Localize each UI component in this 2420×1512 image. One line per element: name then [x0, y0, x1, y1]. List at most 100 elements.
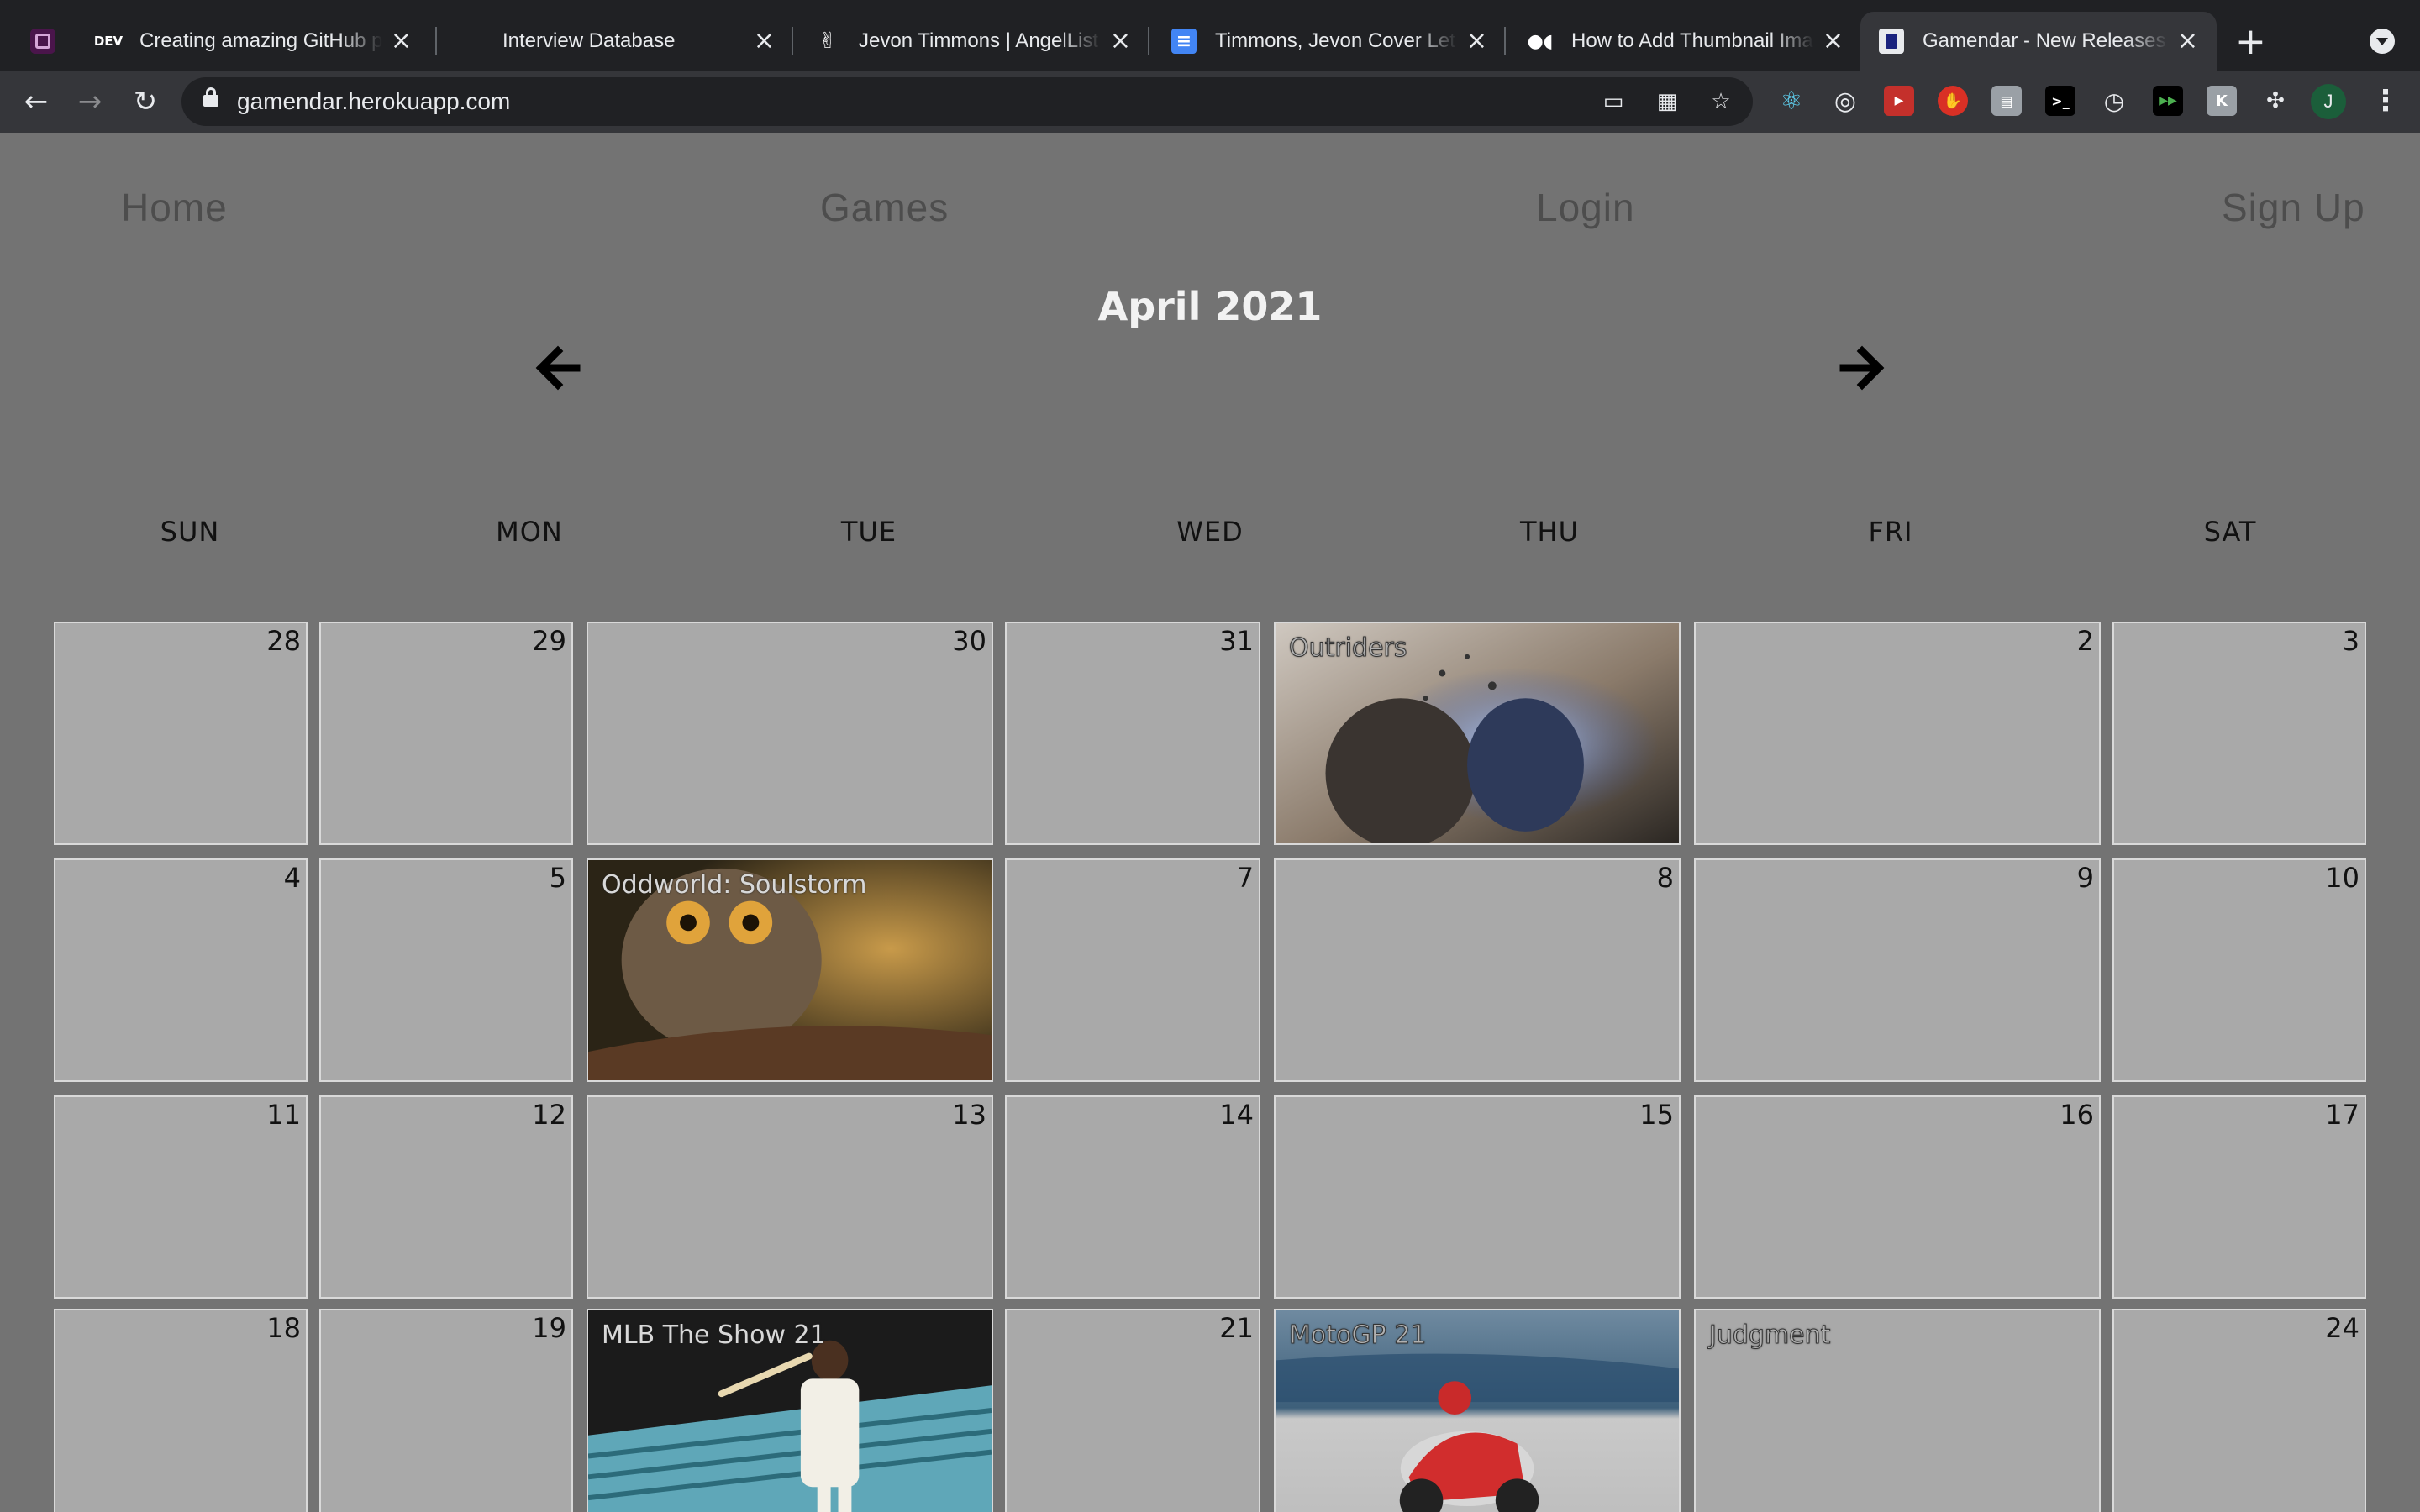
next-month-arrow-icon[interactable] — [1825, 334, 1892, 402]
tab-search-icon[interactable] — [2370, 29, 2395, 54]
day-number: 9 — [2076, 862, 2094, 894]
close-icon[interactable]: × — [1110, 29, 1131, 54]
weekday-thu: THU — [1519, 516, 1580, 548]
game-title: MotoGP 21 — [1288, 1320, 1427, 1351]
tab-3[interactable]: ✌ Jevon Timmons | AngelList × — [797, 12, 1150, 71]
lock-icon[interactable] — [203, 87, 218, 107]
reload-icon[interactable]: ↻ — [124, 81, 166, 123]
day-cell[interactable]: 31 — [1005, 622, 1260, 845]
day-cell[interactable]: 8 — [1274, 858, 1681, 1082]
target-extension-icon[interactable]: ◎ — [1830, 86, 1860, 116]
day-cell[interactable]: 18 — [54, 1309, 308, 1512]
terminal-icon[interactable]: >_ — [2045, 86, 2075, 116]
day-number: 19 — [532, 1312, 566, 1344]
day-cell[interactable]: 12 — [319, 1095, 573, 1299]
close-icon[interactable]: × — [391, 29, 412, 54]
nav-home-link[interactable]: Home — [121, 185, 228, 230]
chrome-menu-icon[interactable]: ⋮ — [2371, 84, 2400, 118]
day-cell[interactable]: 15 — [1274, 1095, 1681, 1299]
media-extension-icon[interactable]: ▶▶ — [2153, 86, 2183, 116]
close-icon[interactable]: × — [1823, 29, 1844, 54]
tab-title: Interview Database — [502, 29, 676, 52]
game-release-cell[interactable]: Outriders — [1274, 622, 1681, 845]
day-cell[interactable]: 16 — [1694, 1095, 2101, 1299]
game-release-cell[interactable]: MLB The Show 21 — [587, 1309, 993, 1512]
browser-tab-strip: DEV Creating amazing GitHub p × Intervie… — [0, 0, 2420, 71]
close-icon[interactable]: × — [1466, 29, 1487, 54]
nav-login-link[interactable]: Login — [1536, 185, 1635, 230]
weekday-mon: MON — [496, 516, 563, 548]
day-cell[interactable]: 3 — [2112, 622, 2366, 845]
new-tab-button[interactable]: + — [2235, 20, 2266, 64]
close-icon[interactable]: × — [754, 29, 775, 54]
game-title: MLB The Show 21 — [602, 1320, 826, 1350]
k-extension-icon[interactable]: K — [2207, 86, 2237, 116]
game-release-cell[interactable]: Judgment — [1694, 1309, 2101, 1512]
close-icon[interactable]: × — [2177, 29, 2198, 54]
qr-code-icon[interactable]: ▦ — [1654, 89, 1681, 114]
weekday-wed: WED — [1176, 516, 1244, 548]
tab-title: Timmons, Jevon Cover Let — [1215, 29, 1455, 52]
previous-month-arrow-icon[interactable] — [528, 334, 595, 402]
docs-icon: ≡ — [1171, 29, 1197, 54]
forward-icon[interactable]: → — [69, 81, 111, 123]
day-cell[interactable]: 19 — [319, 1309, 573, 1512]
day-number: 10 — [2325, 862, 2360, 894]
adblock-icon[interactable]: ✋ — [1938, 86, 1968, 116]
clock-icon[interactable]: ◷ — [2099, 86, 2129, 116]
day-cell[interactable]: 14 — [1005, 1095, 1260, 1299]
day-cell[interactable]: 11 — [54, 1095, 308, 1299]
cast-icon[interactable]: ▭ — [1600, 89, 1627, 114]
game-release-cell[interactable]: Oddworld: Soulstorm — [587, 858, 993, 1082]
nav-games-link[interactable]: Games — [820, 185, 949, 230]
tab-5[interactable]: ●◖ How to Add Thumbnail Ima × — [1509, 12, 1862, 71]
react-devtools-icon[interactable]: ⚛ — [1776, 86, 1807, 116]
tab-1[interactable]: DEV Creating amazing GitHub p × — [77, 12, 430, 71]
day-cell[interactable]: 21 — [1005, 1309, 1260, 1512]
slack-app-icon[interactable] — [30, 29, 55, 54]
day-number: 24 — [2325, 1312, 2360, 1344]
profile-avatar[interactable]: J — [2311, 84, 2346, 119]
tab-6-active[interactable]: Gamendar - New Releases × — [1860, 12, 2217, 71]
bookmark-star-icon[interactable]: ☆ — [1707, 89, 1734, 114]
day-cell[interactable]: 30 — [587, 622, 993, 845]
day-cell[interactable]: 28 — [54, 622, 308, 845]
back-icon[interactable]: ← — [15, 81, 57, 123]
day-number: 30 — [952, 625, 986, 657]
youtube-extension-icon[interactable]: ▶ — [1884, 86, 1914, 116]
tab-4[interactable]: ≡ Timmons, Jevon Cover Let × — [1153, 12, 1506, 71]
game-title: Judgment — [1708, 1320, 1831, 1351]
day-number: 12 — [532, 1099, 566, 1131]
day-cell[interactable]: 4 — [54, 858, 308, 1082]
printer-extension-icon[interactable]: ▤ — [1991, 86, 2022, 116]
day-cell[interactable]: 17 — [2112, 1095, 2366, 1299]
game-title: Outriders — [1289, 633, 1408, 664]
day-number: 4 — [283, 862, 301, 894]
url-text[interactable]: gamendar.herokuapp.com — [237, 88, 510, 115]
day-cell[interactable]: 7 — [1005, 858, 1260, 1082]
day-number: 2 — [2076, 625, 2094, 657]
address-bar[interactable]: gamendar.herokuapp.com ▭ ▦ ☆ — [182, 77, 1753, 126]
day-cell[interactable]: 10 — [2112, 858, 2366, 1082]
day-number: 17 — [2325, 1099, 2360, 1131]
day-cell[interactable]: 2 — [1694, 622, 2101, 845]
database-icon — [459, 29, 484, 54]
day-number: 18 — [266, 1312, 301, 1344]
day-cell[interactable]: 5 — [319, 858, 573, 1082]
day-cell[interactable]: 24 — [2112, 1309, 2366, 1512]
day-number: 14 — [1219, 1099, 1254, 1131]
game-title: Oddworld: Soulstorm — [602, 870, 867, 900]
puzzle-extensions-icon[interactable]: ✣ — [2260, 86, 2291, 116]
dev-icon: DEV — [94, 29, 123, 54]
game-release-cell[interactable]: MotoGP 21 — [1274, 1309, 1681, 1512]
day-cell[interactable]: 9 — [1694, 858, 2101, 1082]
day-number: 21 — [1219, 1312, 1254, 1344]
tab-title: Creating amazing GitHub p — [139, 29, 382, 52]
tab-title: Gamendar - New Releases — [1923, 29, 2166, 52]
day-number: 16 — [2060, 1099, 2094, 1131]
day-cell[interactable]: 29 — [319, 622, 573, 845]
day-number: 29 — [532, 625, 566, 657]
tab-2[interactable]: Interview Database × — [440, 12, 793, 71]
day-cell[interactable]: 13 — [587, 1095, 993, 1299]
nav-signup-link[interactable]: Sign Up — [2222, 185, 2365, 230]
